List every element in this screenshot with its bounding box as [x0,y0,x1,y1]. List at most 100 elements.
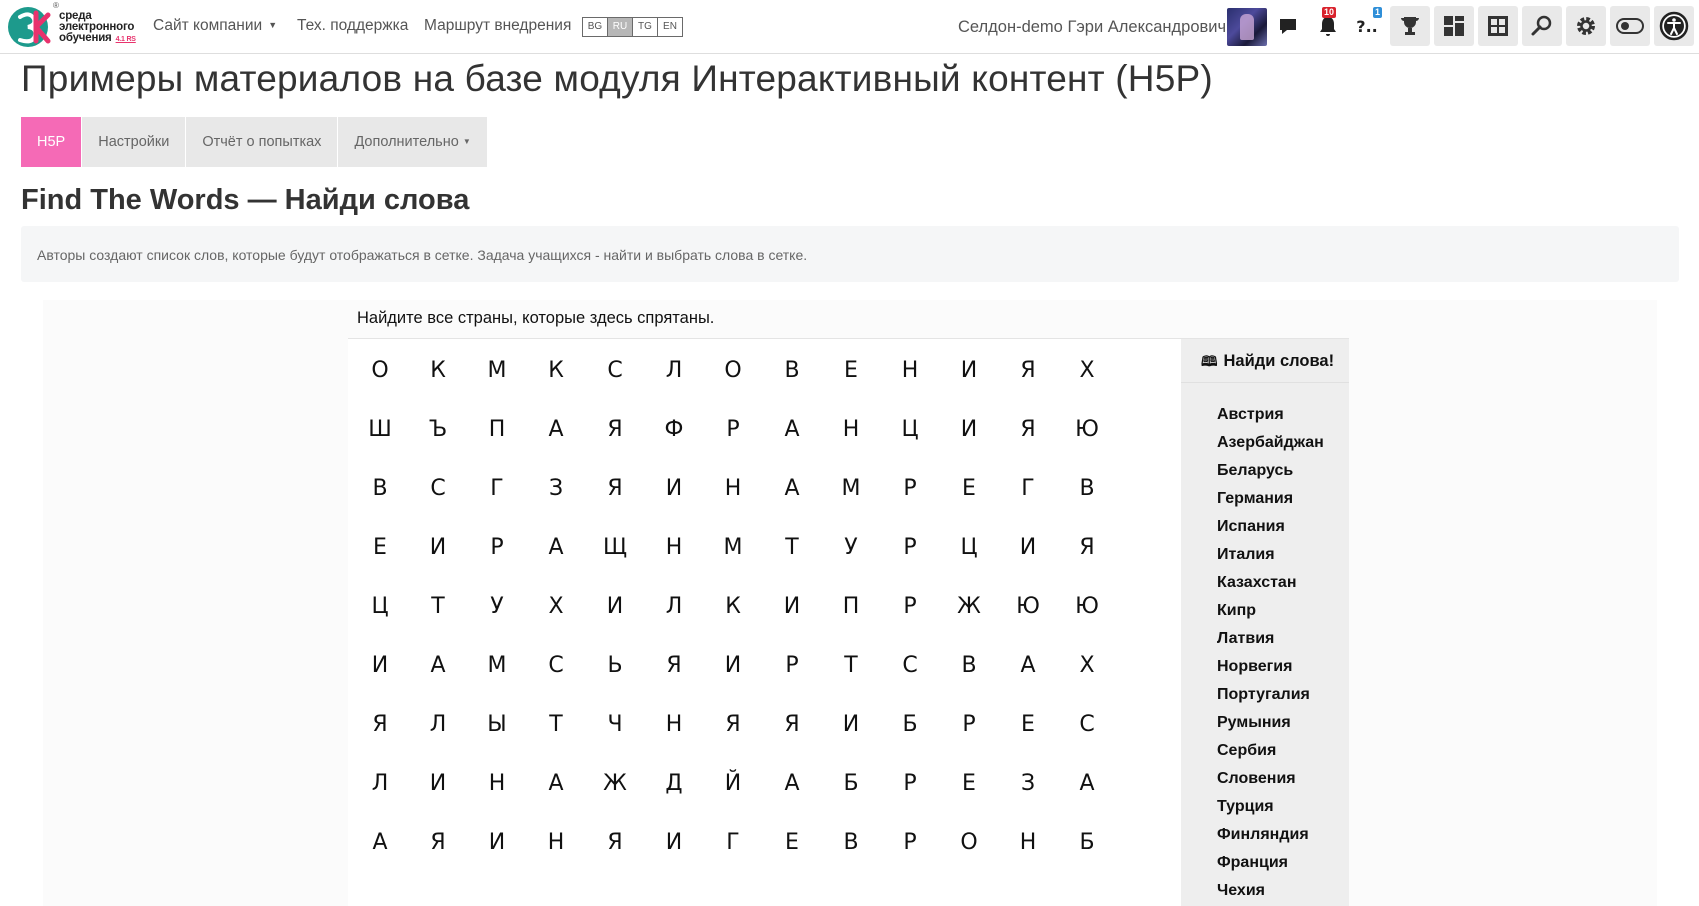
grid-cell[interactable]: А [760,398,824,462]
portfolio-icon[interactable] [1478,6,1518,46]
grid-cell[interactable]: Н [465,752,529,816]
grid-cell[interactable]: Н [642,693,706,757]
grid-cell[interactable]: Л [642,339,706,403]
grid-cell[interactable]: З [996,752,1060,816]
grid-cell[interactable]: Ж [937,575,1001,639]
grid-cell[interactable]: П [465,398,529,462]
grid-cell[interactable]: Я [583,398,647,462]
grid-cell[interactable]: Т [760,516,824,580]
grid-cell[interactable]: С [524,634,588,698]
grid-cell[interactable]: Я [760,693,824,757]
grid-cell[interactable]: Я [348,693,412,757]
grid-cell[interactable]: Л [642,575,706,639]
grid-cell[interactable]: М [819,457,883,521]
grid-cell[interactable]: С [878,634,942,698]
grid-cell[interactable]: Х [1055,339,1119,403]
grid-cell[interactable]: З [524,457,588,521]
grid-cell[interactable]: Ъ [406,398,470,462]
grid-cell[interactable]: А [760,752,824,816]
grid-cell[interactable]: Т [819,634,883,698]
grid-cell[interactable]: В [348,457,412,521]
grid-cell[interactable]: Ш [348,398,412,462]
logo[interactable]: ® среда электронного обучения 4.1 RS [4,1,144,51]
grid-cell[interactable]: Е [937,752,1001,816]
grid-cell[interactable]: Р [878,575,942,639]
grid-cell[interactable]: Е [937,457,1001,521]
grid-cell[interactable]: Р [465,516,529,580]
grid-cell[interactable]: Н [701,457,765,521]
grid-cell[interactable]: А [1055,752,1119,816]
grid-cell[interactable]: С [406,457,470,521]
grid-cell[interactable]: Н [878,339,942,403]
grid-cell[interactable]: А [996,634,1060,698]
grid-cell[interactable]: Ю [1055,575,1119,639]
grid-cell[interactable]: Л [406,693,470,757]
grid-cell[interactable]: Н [524,811,588,875]
grid-cell[interactable]: И [819,693,883,757]
grid-cell[interactable]: А [760,457,824,521]
grid-cell[interactable]: Г [701,811,765,875]
grid-cell[interactable]: У [465,575,529,639]
grid-cell[interactable]: И [348,634,412,698]
grid-cell[interactable]: Е [348,516,412,580]
grid-cell[interactable]: Г [996,457,1060,521]
grid-cell[interactable]: Щ [583,516,647,580]
grid-cell[interactable]: О [348,339,412,403]
grid-cell[interactable]: К [406,339,470,403]
grid-cell[interactable]: О [937,811,1001,875]
grid-cell[interactable]: О [701,339,765,403]
letter-grid[interactable]: ОКМКСЛОВЕНИЯХШЪПАЯФРАНЦИЯЮВСГЗЯИНАМРЕГВЕ… [348,339,1181,906]
grid-cell[interactable]: Е [996,693,1060,757]
grid-cell[interactable]: Г [465,457,529,521]
grid-cell[interactable]: Н [642,516,706,580]
search-icon[interactable] [1522,6,1562,46]
grid-cell[interactable]: Б [1055,811,1119,875]
grid-cell[interactable]: Б [819,752,883,816]
grid-cell[interactable]: К [701,575,765,639]
grid-cell[interactable]: Я [583,457,647,521]
nav-company-site[interactable]: Сайт компании ▼ [153,17,277,35]
tab-more[interactable]: Дополнительно ▼ [338,117,487,167]
grid-cell[interactable]: Н [996,811,1060,875]
grid-cell[interactable]: П [819,575,883,639]
grid-cell[interactable]: Х [1055,634,1119,698]
grid-cell[interactable]: Р [878,516,942,580]
chat-icon[interactable] [1268,6,1308,46]
tab-h5p[interactable]: H5P [21,117,82,167]
grid-cell[interactable]: Я [642,634,706,698]
grid-cell[interactable]: Я [996,339,1060,403]
grid-cell[interactable]: Я [583,811,647,875]
lang-tg[interactable]: TG [632,17,658,37]
grid-cell[interactable]: Д [642,752,706,816]
grid-cell[interactable]: Р [878,457,942,521]
grid-cell[interactable]: Н [819,398,883,462]
toggle-icon[interactable] [1610,6,1650,46]
grid-cell[interactable]: В [760,339,824,403]
grid-cell[interactable]: Т [406,575,470,639]
grid-cell[interactable]: А [406,634,470,698]
grid-cell[interactable]: И [465,811,529,875]
grid-cell[interactable]: И [937,339,1001,403]
grid-cell[interactable]: Ц [878,398,942,462]
grid-cell[interactable]: С [583,339,647,403]
tab-attempts-report[interactable]: Отчёт о попытках [186,117,338,167]
grid-cell[interactable]: Ж [583,752,647,816]
dashboard-icon[interactable] [1434,6,1474,46]
grid-cell[interactable]: И [583,575,647,639]
nav-implementation-route[interactable]: Маршрут внедрения [424,17,571,35]
grid-cell[interactable]: Я [996,398,1060,462]
grid-cell[interactable]: Б [878,693,942,757]
grid-cell[interactable]: Р [760,634,824,698]
grid-cell[interactable]: И [760,575,824,639]
grid-cell[interactable]: Ю [996,575,1060,639]
grid-cell[interactable]: Т [524,693,588,757]
grid-cell[interactable]: И [642,811,706,875]
grid-cell[interactable]: Е [819,339,883,403]
grid-cell[interactable]: Ц [937,516,1001,580]
grid-cell[interactable]: Л [348,752,412,816]
grid-cell[interactable]: И [996,516,1060,580]
grid-cell[interactable]: Р [878,752,942,816]
grid-cell[interactable]: В [937,634,1001,698]
grid-cell[interactable]: Я [1055,516,1119,580]
grid-cell[interactable]: М [465,339,529,403]
